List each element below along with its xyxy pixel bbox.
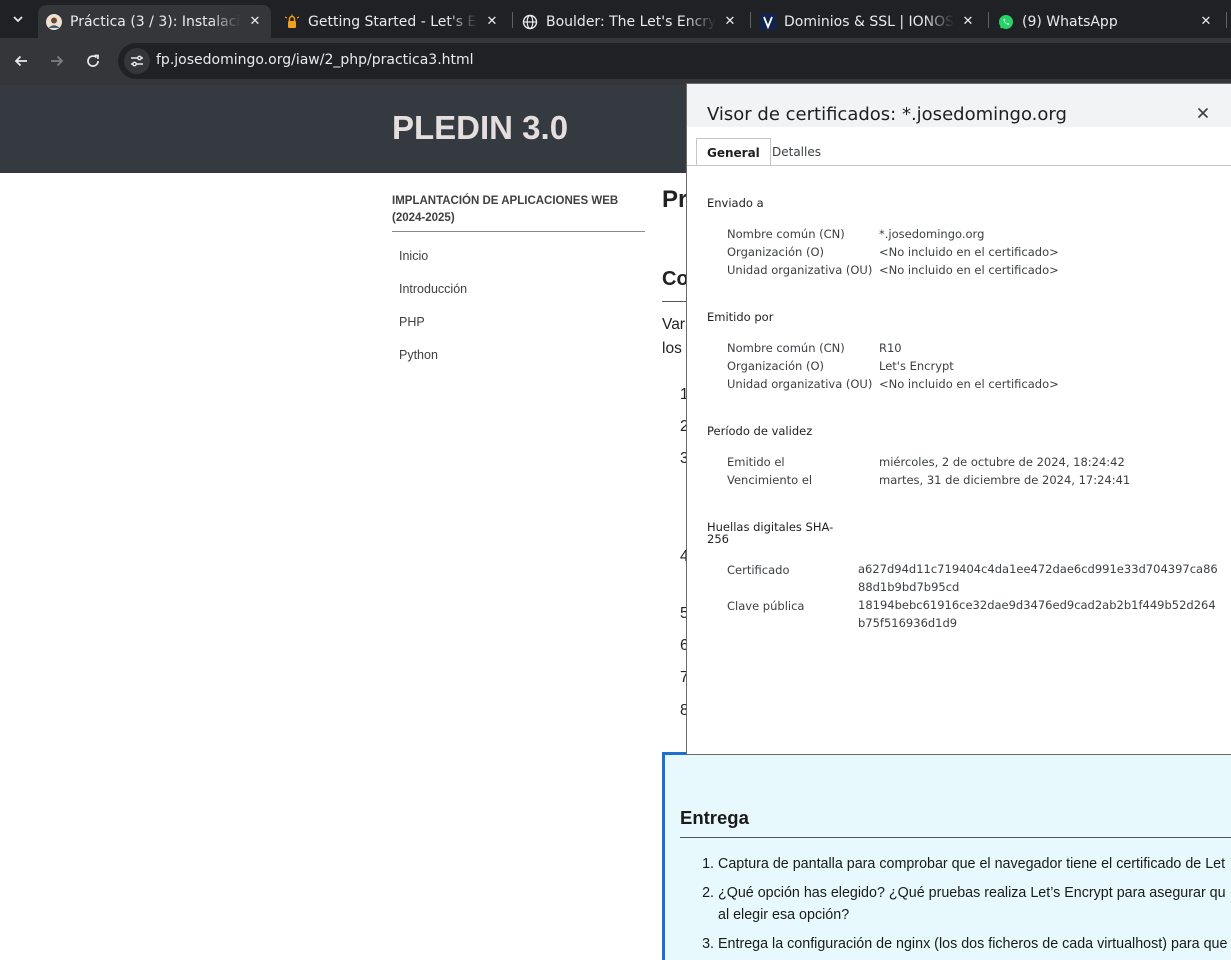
tab-getting-started[interactable]: Getting Started - Let's En ✕ bbox=[276, 5, 508, 38]
field-label: Emitido el bbox=[727, 455, 785, 469]
tab-boulder[interactable]: Boulder: The Let's Encryp ✕ bbox=[514, 5, 746, 38]
list-item-line: ¿Qué opción has elegido? ¿Qué pruebas re… bbox=[718, 885, 1226, 901]
tune-icon bbox=[131, 55, 143, 67]
back-button[interactable] bbox=[8, 48, 34, 74]
paragraph-text: Var bbox=[662, 316, 685, 333]
certificate-fingerprint: a627d94d11c719404c4da1ee472dae6cd991e33d… bbox=[858, 562, 1218, 594]
field-value: miércoles, 2 de octubre de 2024, 18:24:4… bbox=[879, 455, 1125, 469]
nav-divider bbox=[392, 231, 645, 232]
field-label: Certificado bbox=[727, 563, 790, 577]
dialog-tabs: General Detalles bbox=[687, 128, 1231, 166]
list-item: Captura de pantalla para comprobar que e… bbox=[718, 853, 1231, 875]
list-item-line: al elegir esa opción? bbox=[718, 907, 850, 923]
reload-icon bbox=[87, 54, 99, 67]
tab-title: Getting Started - Let's En bbox=[308, 13, 478, 30]
paragraph-text: los bbox=[662, 340, 682, 357]
field-label: Nombre común (CN) bbox=[727, 341, 845, 355]
tab-separator bbox=[1226, 12, 1227, 28]
field-label: Organización (O) bbox=[727, 245, 825, 259]
course-heading: IMPLANTACIÓN DE APLICACIONES WEB (2024-2… bbox=[392, 195, 619, 224]
close-icon bbox=[1197, 107, 1209, 119]
field-value: <No incluido en el certificado> bbox=[879, 245, 1059, 259]
issued-by-heading: Emitido por bbox=[707, 310, 774, 324]
tab-title: Práctica (3 / 3): Instalació bbox=[70, 13, 241, 30]
globe-icon bbox=[522, 14, 538, 30]
dialog-header: Visor de certificados: *.josedomingo.org bbox=[687, 84, 1231, 127]
nav-item-python[interactable]: Python bbox=[399, 348, 438, 362]
entrega-divider bbox=[680, 837, 1231, 838]
tab-practica[interactable]: Práctica (3 / 3): Instalació ✕ bbox=[38, 5, 271, 38]
tab-search-button[interactable] bbox=[5, 6, 31, 32]
url-text: fp.josedomingo.org/iaw/2_php/practica3.h… bbox=[156, 52, 474, 68]
close-dialog-button[interactable] bbox=[1193, 103, 1213, 123]
field-label: Vencimiento el bbox=[727, 473, 813, 487]
chevron-down-icon bbox=[13, 16, 23, 23]
tab-title: Boulder: The Let's Encryp bbox=[546, 13, 716, 30]
site-info-button[interactable] bbox=[124, 48, 150, 74]
tab-title: (9) WhatsApp bbox=[1022, 13, 1118, 30]
close-tab-icon[interactable]: ✕ bbox=[1196, 12, 1216, 32]
field-value: martes, 31 de diciembre de 2024, 17:24:4… bbox=[879, 473, 1131, 487]
dialog-title: Visor de certificados: *.josedomingo.org bbox=[707, 104, 1067, 125]
ionos-favicon-icon bbox=[760, 13, 776, 30]
close-tab-icon[interactable]: ✕ bbox=[482, 12, 502, 32]
close-tab-icon[interactable]: ✕ bbox=[245, 12, 265, 32]
field-label: Nombre común (CN) bbox=[727, 227, 845, 241]
tab-whatsapp[interactable]: (9) WhatsApp ✕ bbox=[990, 5, 1222, 38]
tab-separator bbox=[512, 12, 513, 28]
whatsapp-icon bbox=[998, 14, 1014, 30]
field-value: *.josedomingo.org bbox=[879, 227, 985, 241]
issued-to-heading: Enviado a bbox=[707, 196, 764, 210]
close-tab-icon[interactable]: ✕ bbox=[720, 12, 740, 32]
fingerprints-heading-cont: 256 bbox=[707, 532, 729, 546]
field-value: <No incluido en el certificado> bbox=[879, 377, 1059, 391]
tab-ionos[interactable]: Dominios & SSL | IONOS ✕ bbox=[752, 5, 984, 38]
field-value: Let's Encrypt bbox=[879, 359, 954, 373]
list-item: Entrega la configuración de nginx (los d… bbox=[718, 933, 1231, 955]
tab-general[interactable]: General bbox=[696, 138, 771, 166]
browser-toolbar: fp.josedomingo.org/iaw/2_php/practica3.h… bbox=[0, 38, 1231, 85]
nav-item-php[interactable]: PHP bbox=[399, 315, 425, 329]
tab-separator bbox=[988, 12, 989, 28]
field-value: R10 bbox=[879, 341, 902, 355]
field-label: Organización (O) bbox=[727, 359, 825, 373]
tabs-divider bbox=[687, 165, 1231, 166]
tab-separator bbox=[750, 12, 751, 28]
field-label: Clave pública bbox=[727, 599, 805, 613]
entrega-list: Captura de pantalla para comprobar que e… bbox=[718, 853, 1231, 960]
tab-strip: Práctica (3 / 3): Instalació ✕ Getting S… bbox=[0, 0, 1231, 38]
profile-favicon-icon bbox=[46, 13, 62, 30]
letsencrypt-favicon-icon bbox=[284, 14, 300, 30]
nav-item-introduccion[interactable]: Introducción bbox=[399, 282, 467, 296]
entrega-box: Entrega Captura de pantalla para comprob… bbox=[662, 752, 1231, 960]
article-title: Pr bbox=[662, 186, 688, 213]
arrow-right-icon bbox=[51, 55, 64, 67]
reload-button[interactable] bbox=[80, 48, 106, 74]
site-title[interactable]: PLEDIN 3.0 bbox=[392, 109, 568, 147]
forward-button[interactable] bbox=[44, 48, 70, 74]
close-tab-icon[interactable]: ✕ bbox=[958, 12, 978, 32]
tab-detalles[interactable]: Detalles bbox=[762, 138, 831, 166]
public-key-fingerprint: 18194bebc61916ce32dae9d3476ed9cad2ab2b1f… bbox=[858, 598, 1216, 630]
validity-heading: Período de validez bbox=[707, 424, 813, 438]
address-bar[interactable]: fp.josedomingo.org/iaw/2_php/practica3.h… bbox=[118, 43, 1231, 79]
certificate-viewer-dialog: Visor de certificados: *.josedomingo.org… bbox=[686, 83, 1231, 755]
field-label: Unidad organizativa (OU) bbox=[727, 377, 873, 391]
nav-item-inicio[interactable]: Inicio bbox=[399, 249, 428, 263]
arrow-left-icon bbox=[14, 55, 27, 67]
list-item: ¿Qué opción has elegido? ¿Qué pruebas re… bbox=[718, 882, 1231, 926]
section-heading: Co bbox=[662, 268, 689, 290]
field-value: <No incluido en el certificado> bbox=[879, 263, 1059, 277]
tab-title: Dominios & SSL | IONOS bbox=[784, 13, 954, 30]
entrega-heading: Entrega bbox=[680, 807, 749, 828]
field-label: Unidad organizativa (OU) bbox=[727, 263, 873, 277]
